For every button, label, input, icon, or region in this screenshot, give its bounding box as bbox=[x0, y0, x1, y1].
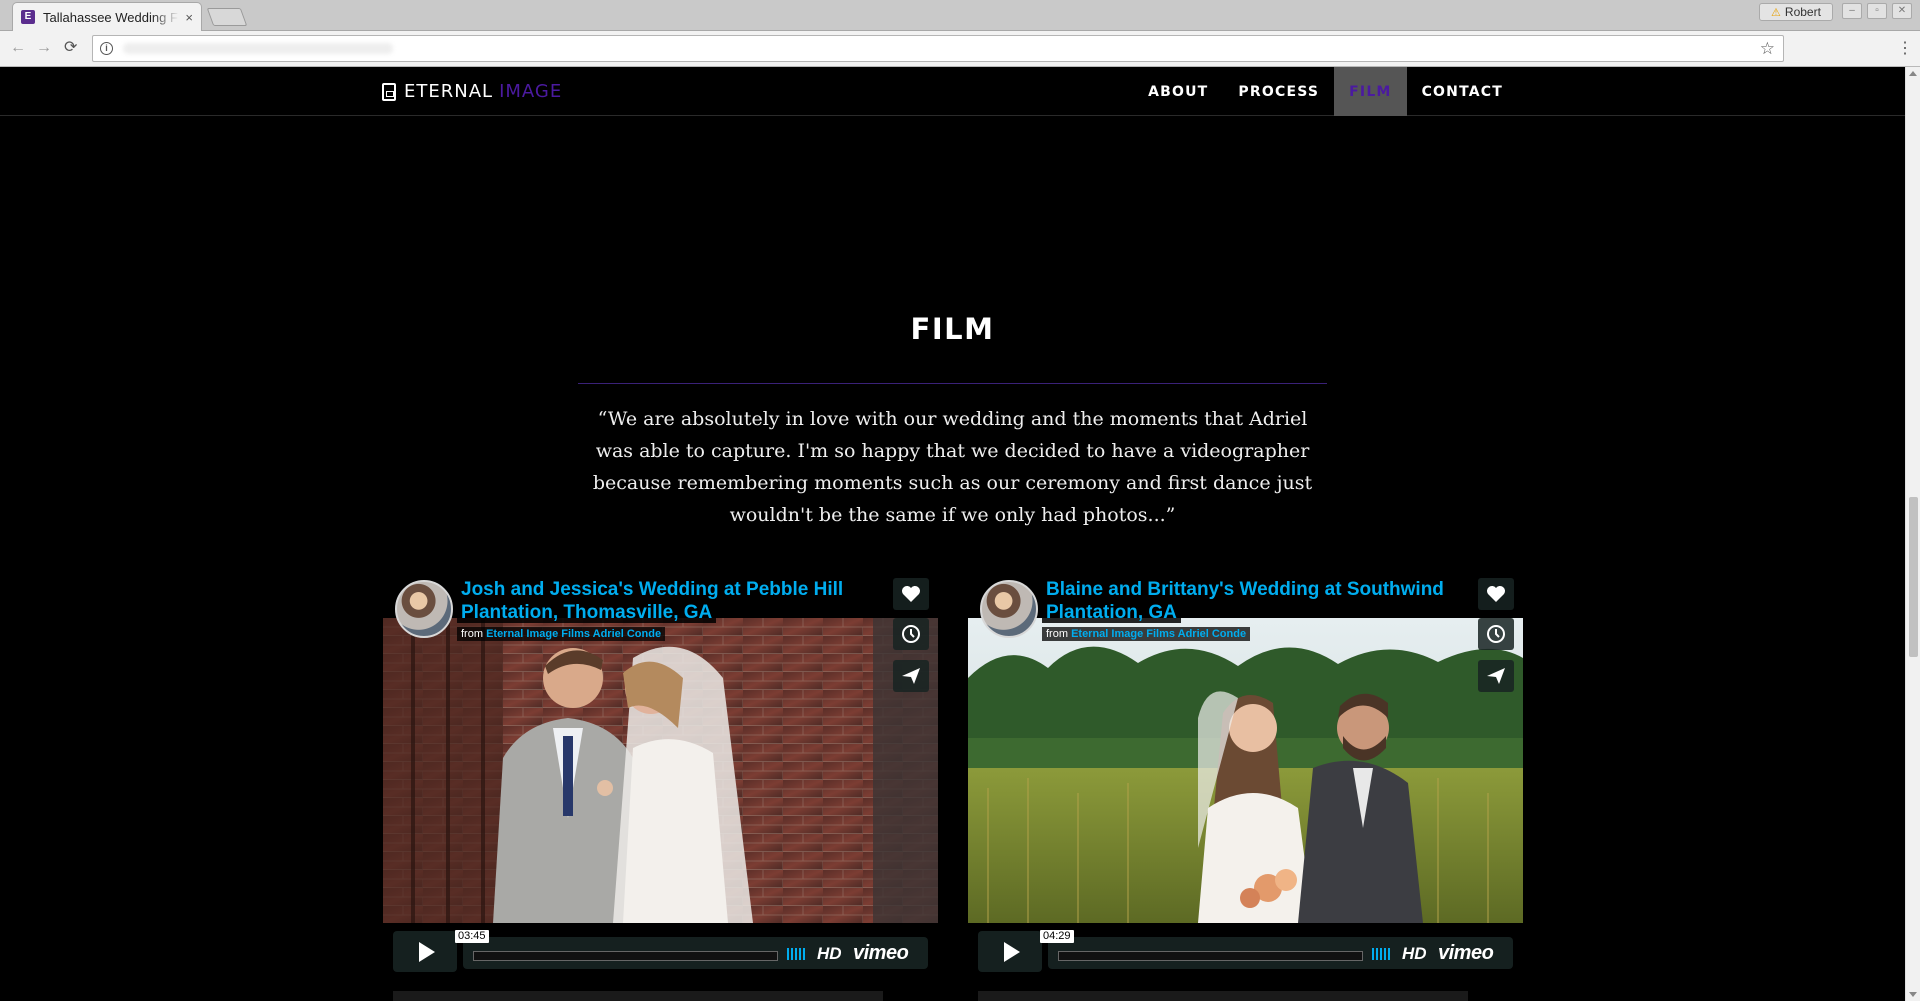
watch-later-button[interactable] bbox=[1478, 618, 1514, 650]
couple-kiss-image bbox=[383, 618, 938, 923]
volume-control[interactable] bbox=[787, 948, 805, 960]
scroll-up-icon[interactable] bbox=[1909, 71, 1917, 76]
section-title: FILM bbox=[910, 312, 995, 346]
video-thumbnail[interactable] bbox=[383, 618, 938, 923]
share-button[interactable] bbox=[893, 660, 929, 692]
minimize-button[interactable]: – bbox=[1842, 3, 1862, 19]
paper-plane-icon bbox=[1487, 668, 1505, 684]
hd-toggle[interactable]: HD bbox=[817, 944, 842, 964]
play-icon bbox=[419, 941, 435, 962]
from-label: from bbox=[461, 628, 483, 640]
brand-word-image: IMAGE bbox=[499, 81, 563, 102]
video-title-bar: Blaine and Brittany's Wedding at Southwi… bbox=[978, 578, 1472, 641]
nav-about[interactable]: ABOUT bbox=[1133, 67, 1223, 116]
title-divider bbox=[578, 383, 1327, 384]
volume-control[interactable] bbox=[1372, 948, 1390, 960]
player-controls: 04:29 HD vimeo bbox=[978, 930, 1513, 972]
new-tab-button[interactable] bbox=[206, 8, 248, 26]
like-button[interactable] bbox=[893, 578, 929, 610]
heart-icon bbox=[1487, 586, 1505, 602]
back-icon[interactable]: ← bbox=[10, 39, 26, 57]
from-label: from bbox=[1046, 628, 1068, 640]
share-button[interactable] bbox=[1478, 660, 1514, 692]
browser-tab[interactable]: E Tallahassee Wedding Films × bbox=[12, 2, 202, 31]
author-avatar[interactable] bbox=[395, 580, 453, 638]
play-button[interactable] bbox=[978, 931, 1042, 972]
vimeo-logo[interactable]: vimeo bbox=[1438, 942, 1494, 965]
profile-button[interactable]: ⚠ Robert bbox=[1759, 3, 1833, 21]
site-logo[interactable]: ETERNAL IMAGE bbox=[382, 81, 562, 102]
vimeo-logo[interactable]: vimeo bbox=[853, 942, 909, 965]
forward-icon[interactable]: → bbox=[36, 39, 52, 57]
browser-toolbar: ← → ⟳ i ☆ ⋮ bbox=[0, 31, 1920, 67]
page-scrollbar[interactable] bbox=[1905, 67, 1920, 1001]
tab-close-icon[interactable]: × bbox=[185, 10, 193, 25]
play-button[interactable] bbox=[393, 931, 457, 972]
video-title[interactable]: Josh and Jessica's Wedding at Pebble Hil… bbox=[457, 579, 848, 623]
video-player-1[interactable]: Josh and Jessica's Wedding at Pebble Hil… bbox=[383, 578, 938, 972]
nav-film[interactable]: FILM bbox=[1334, 67, 1407, 116]
heart-icon bbox=[902, 586, 920, 602]
author-link[interactable]: Eternal Image Films Adriel Conde bbox=[1071, 628, 1246, 640]
clock-icon bbox=[902, 625, 920, 643]
warning-icon: ⚠ bbox=[1771, 6, 1781, 19]
video-byline: from Eternal Image Films Adriel Conde bbox=[1042, 627, 1251, 641]
tab-title: Tallahassee Wedding Films bbox=[43, 9, 180, 25]
nav-links: ABOUT PROCESS FILM CONTACT bbox=[1133, 67, 1518, 116]
logo-icon bbox=[382, 82, 396, 101]
scroll-thumb[interactable] bbox=[1909, 497, 1918, 657]
site-navbar: ETERNAL IMAGE ABOUT PROCESS FILM CONTACT bbox=[0, 67, 1905, 116]
favicon-icon: E bbox=[21, 10, 35, 24]
video-thumbnail[interactable] bbox=[968, 618, 1523, 923]
control-bar: 04:29 HD vimeo bbox=[1040, 930, 1513, 969]
address-bar[interactable]: i ☆ bbox=[92, 35, 1784, 62]
browser-tabstrip: E Tallahassee Wedding Films × ⚠ Robert –… bbox=[0, 0, 1920, 31]
author-link[interactable]: Eternal Image Films Adriel Conde bbox=[486, 628, 661, 640]
video-byline: from Eternal Image Films Adriel Conde bbox=[457, 627, 666, 641]
play-icon bbox=[1004, 941, 1020, 962]
nav-process[interactable]: PROCESS bbox=[1223, 67, 1334, 116]
control-bar: 03:45 HD vimeo bbox=[455, 930, 928, 969]
testimonial-quote: “We are absolutely in love with our wedd… bbox=[592, 408, 1313, 526]
url-text bbox=[123, 43, 393, 54]
player-controls: 03:45 HD vimeo bbox=[393, 930, 928, 972]
clock-icon bbox=[1487, 625, 1505, 643]
duration-label: 03:45 bbox=[455, 930, 489, 943]
duration-label: 04:29 bbox=[1040, 930, 1074, 943]
watch-later-button[interactable] bbox=[893, 618, 929, 650]
like-button[interactable] bbox=[1478, 578, 1514, 610]
paper-plane-icon bbox=[902, 668, 920, 684]
info-icon[interactable]: i bbox=[100, 42, 113, 55]
profile-name: Robert bbox=[1784, 5, 1821, 19]
web-page: ETERNAL IMAGE ABOUT PROCESS FILM CONTACT… bbox=[0, 67, 1905, 1001]
hd-toggle[interactable]: HD bbox=[1402, 944, 1427, 964]
next-video-title-partial bbox=[393, 991, 883, 1001]
progress-bar[interactable] bbox=[1058, 951, 1363, 961]
maximize-button[interactable]: ▫ bbox=[1867, 3, 1887, 19]
scroll-down-icon[interactable] bbox=[1909, 992, 1917, 997]
close-window-button[interactable]: ✕ bbox=[1892, 3, 1912, 19]
browser-menu-icon[interactable]: ⋮ bbox=[1897, 38, 1913, 58]
video-player-2[interactable]: Blaine and Brittany's Wedding at Southwi… bbox=[968, 578, 1523, 972]
reload-icon[interactable]: ⟳ bbox=[64, 39, 77, 57]
couple-field-image bbox=[968, 618, 1523, 923]
next-video-title-partial bbox=[978, 991, 1468, 1001]
author-avatar[interactable] bbox=[980, 580, 1038, 638]
progress-bar[interactable] bbox=[473, 951, 778, 961]
brand-word-eternal: ETERNAL bbox=[404, 81, 494, 102]
video-title-bar: Josh and Jessica's Wedding at Pebble Hil… bbox=[393, 578, 887, 641]
video-title[interactable]: Blaine and Brittany's Wedding at Southwi… bbox=[1042, 579, 1448, 623]
nav-contact[interactable]: CONTACT bbox=[1407, 67, 1518, 116]
bookmark-star-icon[interactable]: ☆ bbox=[1760, 39, 1775, 59]
